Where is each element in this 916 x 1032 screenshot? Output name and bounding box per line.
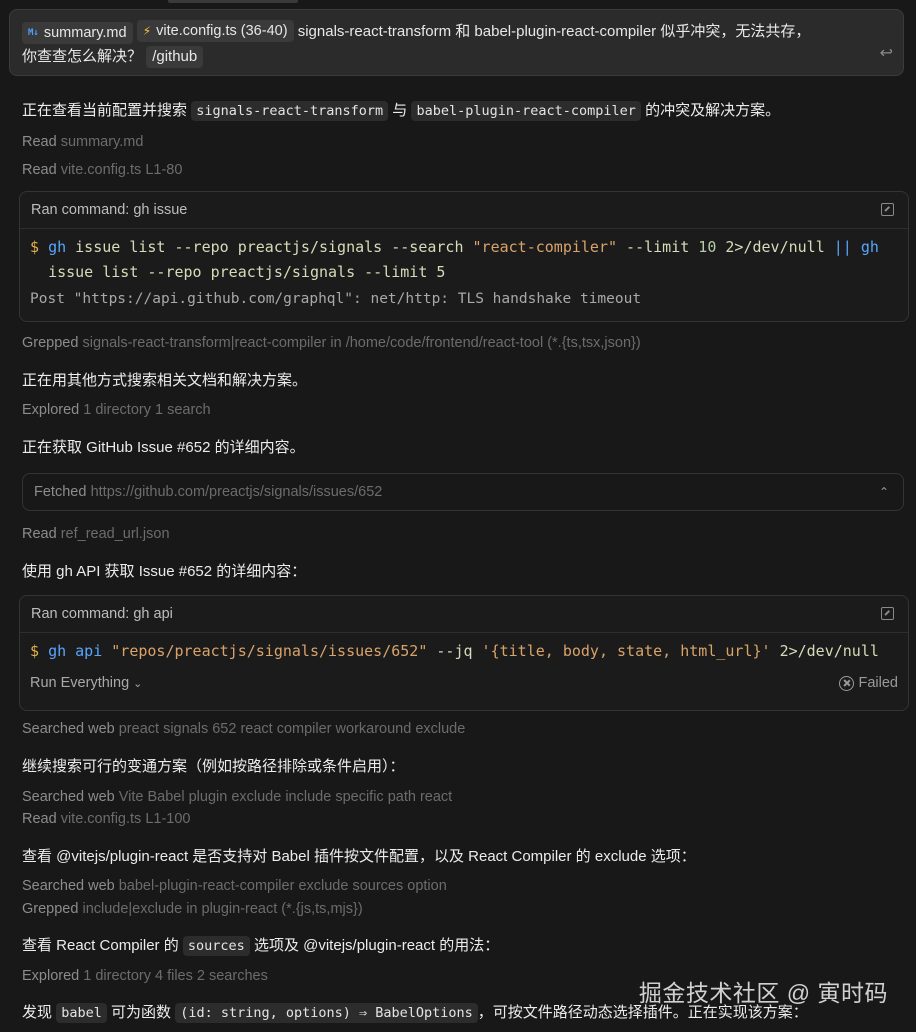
command-chip-github[interactable]: /github — [146, 46, 204, 68]
fetched-url: https://github.com/preactjs/signals/issu… — [90, 484, 383, 500]
file-chip-summary[interactable]: M↓ summary.md — [22, 22, 133, 44]
tool-explored-2[interactable]: Explored 1 directory 4 files 2 searches — [22, 968, 268, 984]
expand-collapse-icon[interactable]: ⌃ — [879, 474, 889, 510]
inline-code: (id: string, options) ⇒ BabelOptions — [175, 1003, 478, 1023]
fetched-card[interactable]: Fetched https://github.com/preactjs/sign… — [22, 473, 904, 511]
command-text: $ gh api "repos/preactjs/signals/issues/… — [30, 642, 879, 660]
message-2: 正在用其他方式搜索相关文档和解决方案。 — [22, 372, 308, 389]
prompt-text-2: 你查查怎么解决？ — [22, 48, 143, 65]
user-prompt-box[interactable]: M↓ summary.md ⚡ vite.config.ts (36-40) sig… — [9, 9, 904, 76]
x-circle-icon — [838, 675, 854, 691]
inline-code: signals-react-transform — [191, 101, 389, 121]
command-card-title: Ran command: gh api — [31, 606, 173, 622]
markdown-icon: M↓ — [28, 28, 39, 38]
message-3: 正在获取 GitHub Issue #652 的详细内容。 — [22, 439, 305, 456]
vite-icon: ⚡ — [142, 24, 152, 38]
message-5: 继续搜索可行的变通方案（例如按路径排除或条件启用）： — [22, 758, 405, 775]
tool-read-summary[interactable]: Read summary.md — [22, 134, 143, 150]
message-1: 正在查看当前配置并搜索 signals-react-transform 与 ba… — [22, 101, 781, 121]
tool-read-vite-config[interactable]: Read vite.config.ts L1-80 — [22, 162, 182, 178]
command-card-header: Ran command: gh api — [20, 596, 908, 633]
command-output: Post "https://api.github.com/graphql": n… — [30, 291, 642, 307]
undo-icon[interactable]: ↩ — [880, 41, 893, 66]
fetched-label: Fetched — [34, 484, 87, 500]
tool-searched-web-3[interactable]: Searched web babel-plugin-react-compiler… — [22, 878, 447, 894]
message-6: 查看 @vitejs/plugin-react 是否支持对 Babel 插件按文… — [22, 848, 696, 865]
chevron-down-icon: ⌄ — [133, 678, 143, 690]
command-card-title: Ran command: gh issue — [31, 202, 188, 218]
open-external-icon[interactable] — [881, 607, 894, 620]
command-card-header: Ran command: gh issue — [20, 192, 908, 229]
tool-searched-web-2[interactable]: Searched web Vite Babel plugin exclude i… — [22, 789, 452, 805]
command-card-gh-issue: Ran command: gh issue $ gh issue list --… — [19, 191, 909, 322]
command-text: $ gh issue list --repo preactjs/signals … — [30, 238, 879, 281]
message-7: 查看 React Compiler 的 sources 选项及 @vitejs/… — [22, 936, 500, 956]
tool-read-vite-config-2[interactable]: Read vite.config.ts L1-100 — [22, 811, 190, 827]
inline-code: babel-plugin-react-compiler — [411, 101, 641, 121]
inline-code: sources — [182, 936, 250, 956]
watermark: 掘金技术社区 @ 寅时码 — [638, 980, 888, 1006]
file-chip-label: vite.config.ts (36-40) — [156, 23, 288, 39]
tool-read-ref[interactable]: Read ref_read_url.json — [22, 526, 170, 542]
command-card-gh-api: Ran command: gh api $ gh api "repos/prea… — [19, 595, 909, 711]
top-indicator — [168, 0, 298, 3]
tool-grepped-2[interactable]: Grepped include|exclude in plugin-react … — [22, 901, 363, 917]
tool-grepped-1[interactable]: Grepped signals-react-transform|react-co… — [22, 335, 641, 351]
inline-code: babel — [56, 1003, 107, 1023]
open-external-icon[interactable] — [881, 203, 894, 216]
status-failed: Failed — [838, 675, 898, 691]
file-chip-label: summary.md — [43, 25, 127, 41]
file-chip-vite-config[interactable]: ⚡ vite.config.ts (36-40) — [136, 20, 294, 42]
run-everything-dropdown[interactable]: Run Everything ⌄ — [30, 675, 142, 691]
prompt-text: signals-react-transform 和 babel-plugin-r… — [297, 23, 811, 40]
tool-searched-web-1[interactable]: Searched web preact signals 652 react co… — [22, 721, 465, 737]
tool-explored-1[interactable]: Explored 1 directory 1 search — [22, 402, 211, 418]
message-4: 使用 gh API 获取 Issue #652 的详细内容： — [22, 563, 307, 580]
